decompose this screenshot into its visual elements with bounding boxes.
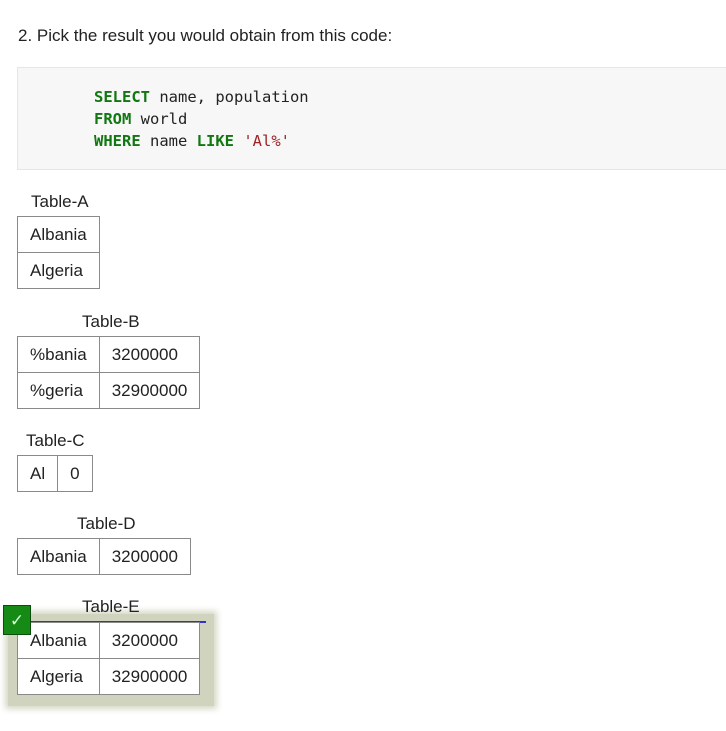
table-cell: Albania xyxy=(17,538,100,575)
table-row: %bania 3200000 xyxy=(17,336,201,373)
code-block: SELECT name, population FROM world WHERE… xyxy=(17,67,726,170)
table-row: Albania 3200000 xyxy=(17,538,191,575)
option-c-table[interactable]: Al 0 xyxy=(16,455,93,492)
string-literal: 'Al%' xyxy=(243,132,291,150)
option-c-label: Table-C xyxy=(26,431,85,450)
table-row: Albania xyxy=(17,216,100,253)
table-cell: Algeria xyxy=(17,252,100,289)
option-e-table[interactable]: Albania 3200000 Algeria 32900000 xyxy=(17,622,201,695)
table-row: %geria 32900000 xyxy=(17,372,201,409)
question-text: 2. Pick the result you would obtain from… xyxy=(18,26,393,45)
table-cell: 3200000 xyxy=(98,336,201,373)
checkmark-icon: ✓ xyxy=(3,605,31,635)
code-line-2: FROM world xyxy=(94,110,187,128)
code-line-1: SELECT name, population xyxy=(94,88,309,106)
table-cell: %geria xyxy=(17,372,100,409)
table-cell: 0 xyxy=(57,455,93,492)
table-row: Algeria xyxy=(17,252,100,289)
keyword-like: LIKE xyxy=(196,132,234,150)
table-row: Al 0 xyxy=(16,455,93,492)
keyword-where: WHERE xyxy=(94,132,141,150)
table-cell: %bania xyxy=(17,336,100,373)
keyword-select: SELECT xyxy=(94,88,150,106)
code-text: name xyxy=(140,132,197,150)
option-d-label: Table-D xyxy=(77,514,136,533)
option-b-table[interactable]: %bania 3200000 %geria 32900000 xyxy=(17,336,201,409)
table-cell: 32900000 xyxy=(98,658,201,695)
table-cell: 32900000 xyxy=(98,372,201,409)
table-cell: 3200000 xyxy=(98,538,191,575)
option-e-label: Table-E xyxy=(82,597,140,616)
table-cell: Albania xyxy=(17,216,100,253)
table-row: Algeria 32900000 xyxy=(17,658,201,695)
table-row: Albania 3200000 xyxy=(17,622,201,659)
option-a-label: Table-A xyxy=(31,192,89,211)
table-cell: Algeria xyxy=(17,658,100,695)
table-cell: 3200000 xyxy=(98,622,201,659)
code-text: name, population xyxy=(150,88,309,106)
code-line-3: WHERE name LIKE 'Al%' xyxy=(94,132,290,150)
keyword-from: FROM xyxy=(94,110,132,128)
code-text: world xyxy=(131,110,188,128)
option-d-table[interactable]: Albania 3200000 xyxy=(17,538,191,575)
option-b-label: Table-B xyxy=(82,312,140,331)
option-a-table[interactable]: Albania Algeria xyxy=(17,216,100,289)
table-cell: Al xyxy=(16,455,59,492)
